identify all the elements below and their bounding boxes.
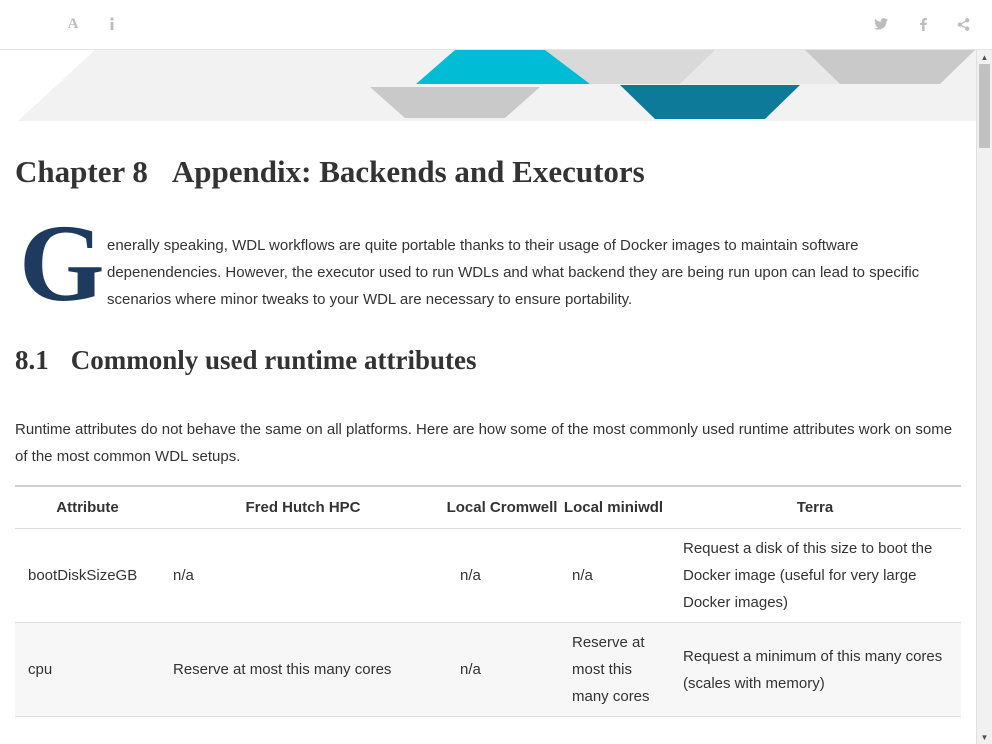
drop-cap: G — [19, 202, 105, 324]
share-icon[interactable] — [951, 12, 975, 36]
chapter-title: Chapter 8 Appendix: Backends and Executor… — [15, 154, 645, 190]
scrollbar-thumb[interactable] — [979, 64, 990, 148]
section-paragraph: Runtime attributes do not behave the sam… — [15, 421, 953, 465]
table-row: cpu Reserve at most this many cores n/a … — [15, 622, 961, 717]
font-settings-icon[interactable]: A — [61, 12, 85, 36]
chapter-number: Chapter 8 — [15, 154, 148, 189]
vertical-scrollbar[interactable]: ▲ ▼ — [976, 50, 992, 744]
table-row: bootDiskSizeGB n/a n/a n/a Request a dis… — [15, 528, 961, 623]
facebook-icon[interactable] — [911, 12, 935, 36]
section-number: 8.1 — [15, 345, 49, 375]
scroll-up-arrow-icon[interactable]: ▲ — [977, 50, 992, 64]
table-header-local-miniwdl: Local miniwdl — [558, 485, 669, 529]
scroll-down-arrow-icon[interactable]: ▼ — [977, 730, 992, 744]
table-header-local-cromwell: Local Cromwell — [446, 485, 558, 529]
chapter-banner-image — [18, 50, 976, 121]
book-content: Chapter 8 Appendix: Backends and Executor… — [0, 50, 976, 744]
section-title: 8.1 Commonly used runtime attributes — [15, 345, 477, 376]
table-cell: Request a disk of this size to boot the … — [669, 528, 961, 623]
top-toolbar: A — [0, 0, 992, 50]
table-cell: n/a — [446, 528, 558, 623]
table-cell: n/a — [160, 528, 446, 623]
runtime-attributes-table-wrapper: Attribute Fred Hutch HPC Local Cromwell … — [15, 485, 961, 717]
intro-paragraph: enerally speaking, WDL workflows are qui… — [107, 237, 920, 308]
table-cell: bootDiskSizeGB — [15, 528, 160, 623]
info-icon[interactable] — [100, 12, 124, 36]
table-cell: n/a — [446, 622, 558, 717]
table-cell: cpu — [15, 622, 160, 717]
runtime-attributes-table: Attribute Fred Hutch HPC Local Cromwell … — [15, 485, 961, 717]
table-header-fred-hutch-hpc: Fred Hutch HPC — [160, 485, 446, 529]
table-cell: Reserve at most this many cores — [558, 622, 669, 717]
table-cell: n/a — [558, 528, 669, 623]
table-header-attribute: Attribute — [15, 485, 160, 529]
twitter-icon[interactable] — [869, 12, 893, 36]
table-cell: Reserve at most this many cores — [160, 622, 446, 717]
section-title-text: Commonly used runtime attributes — [70, 345, 477, 375]
table-cell: Request a minimum of this many cores (sc… — [669, 622, 961, 717]
table-header-row: Attribute Fred Hutch HPC Local Cromwell … — [15, 485, 961, 529]
chapter-title-text: Appendix: Backends and Executors — [171, 154, 645, 189]
table-header-terra: Terra — [669, 485, 961, 529]
font-settings-glyph: A — [67, 15, 79, 32]
